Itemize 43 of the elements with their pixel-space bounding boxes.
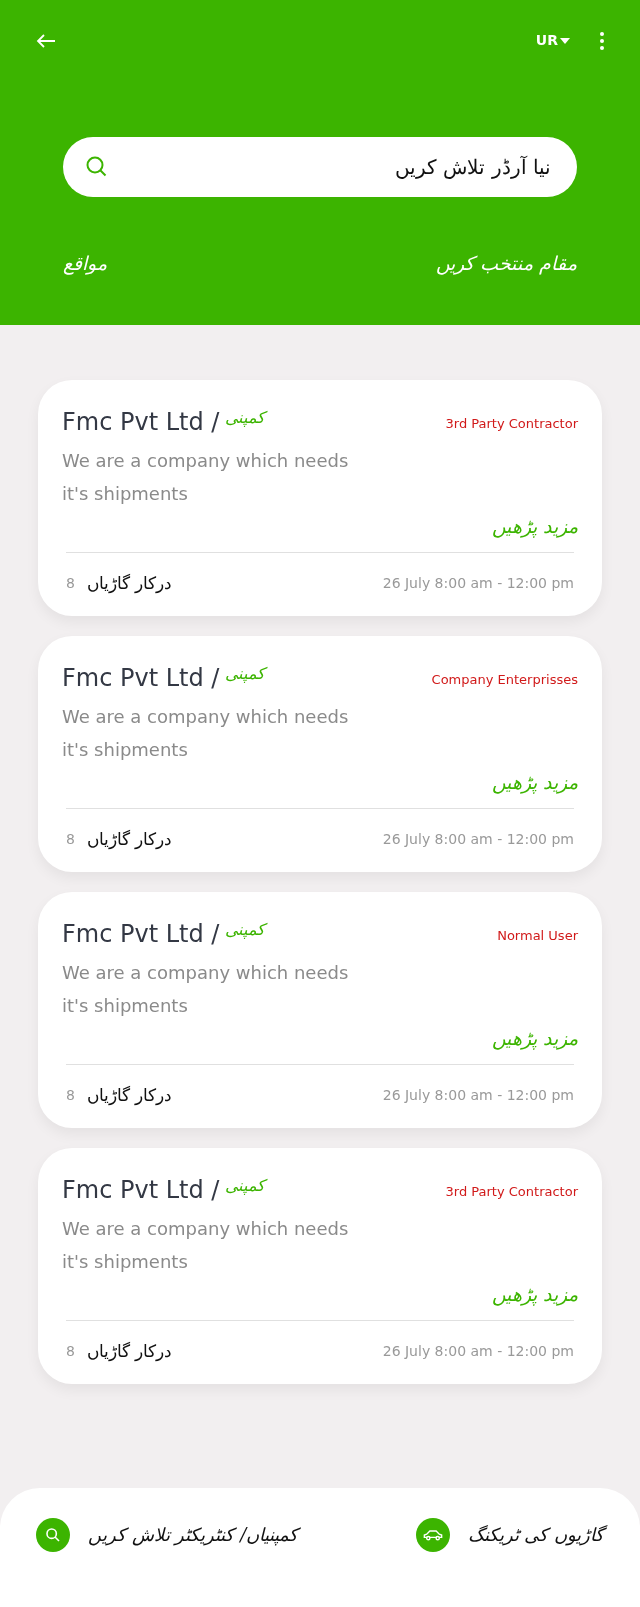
company-tag: کمپنی — [225, 1174, 266, 1198]
car-icon[interactable] — [415, 1517, 450, 1552]
vehicle-count: 8 — [66, 574, 75, 594]
select-location-link[interactable]: مقام منتخب کریں — [435, 249, 577, 278]
company-description: We are a company which needs it's shipments — [62, 449, 350, 506]
company-tag: کمپنی — [225, 918, 266, 942]
search-field[interactable]: نیا آرڈر تلاش کریں — [63, 137, 577, 197]
schedule-time: 26 July 8:00 am - 12:00 pm — [382, 574, 574, 594]
vehicles-required-label: درکار گاڑیاں — [86, 1340, 173, 1363]
company-description: We are a company which needs it's shipments — [62, 961, 350, 1018]
user-type-label: 3rd Party Contractor — [445, 1183, 578, 1201]
search-icon — [85, 155, 109, 179]
schedule-time: 26 July 8:00 am - 12:00 pm — [382, 1086, 574, 1106]
more-menu-icon[interactable] — [600, 31, 604, 50]
vehicles-required-label: درکار گاڑیاں — [86, 828, 173, 851]
company-name: Fmc Pvt Ltd / — [62, 410, 220, 434]
company-tag: کمپنی — [225, 662, 266, 686]
user-type-label: 3rd Party Contractor — [445, 415, 578, 433]
company-name: Fmc Pvt Ltd / — [62, 1178, 220, 1202]
vehicles-required-label: درکار گاڑیاں — [86, 1084, 173, 1107]
vehicle-count: 8 — [66, 1342, 75, 1362]
user-type-label: Company Enterprisses — [431, 671, 578, 689]
company-description: We are a company which needs it's shipments — [62, 1217, 350, 1274]
read-more-link[interactable]: مزید پڑھیں — [491, 1023, 578, 1052]
back-arrow-icon[interactable] — [36, 32, 56, 49]
vehicle-count: 8 — [66, 830, 75, 850]
vehicle-count: 8 — [66, 1086, 75, 1106]
company-description: We are a company which needs it's shipments — [62, 705, 350, 762]
company-tag: کمپنی — [225, 406, 266, 430]
vehicles-required-label: درکار گاڑیاں — [86, 572, 173, 595]
search-icon[interactable] — [36, 1517, 70, 1552]
language-dropdown[interactable]: UR — [535, 30, 570, 51]
locations-link[interactable]: مواقع — [63, 249, 107, 278]
company-name: Fmc Pvt Ltd / — [62, 666, 220, 690]
read-more-link[interactable]: مزید پڑھیں — [491, 511, 578, 540]
company-name: Fmc Pvt Ltd / — [62, 922, 220, 946]
caret-icon — [560, 37, 570, 44]
schedule-time: 26 July 8:00 am - 12:00 pm — [382, 830, 574, 850]
read-more-link[interactable]: مزید پڑھیں — [491, 767, 578, 796]
schedule-time: 26 July 8:00 am - 12:00 pm — [382, 1342, 574, 1362]
read-more-link[interactable]: مزید پڑھیں — [491, 1279, 578, 1308]
nav-label[interactable]: کمپنیاں/ کنٹریکٹر تلاش کریں — [88, 1521, 299, 1548]
user-type-label: Normal User — [497, 927, 578, 945]
